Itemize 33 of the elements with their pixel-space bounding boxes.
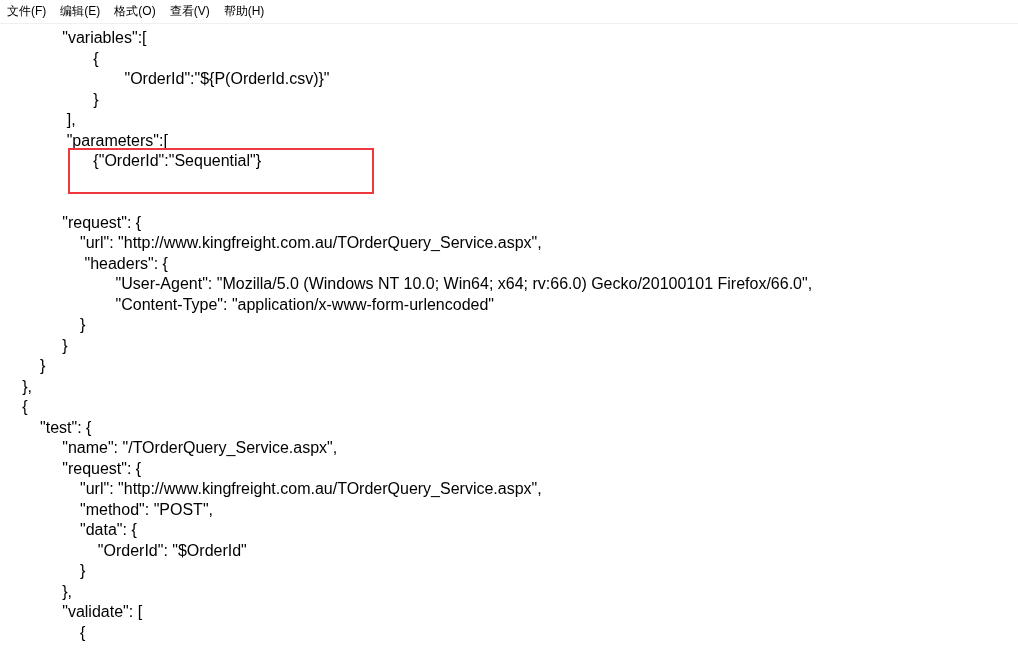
code-line: }, bbox=[21, 376, 33, 397]
code-line: { bbox=[79, 622, 87, 643]
code-line: } bbox=[79, 315, 87, 335]
code-line: "User-Agent": "Mozilla/5.0 (Windows NT 10.0; Win64; x64; rv:66.0) Gecko/20100101 Firefox/66.0", bbox=[114, 274, 814, 294]
code-line: "OrderId": "$OrderId" bbox=[96, 540, 248, 561]
code-line: "test": { bbox=[39, 417, 93, 438]
code-line: "validate": [ bbox=[61, 602, 144, 622]
code-line: "data": { bbox=[79, 520, 138, 540]
code-line: "variables":[ bbox=[61, 28, 148, 48]
code-line: "headers": { bbox=[83, 253, 169, 274]
code-line: } bbox=[92, 89, 100, 110]
code-line: } bbox=[61, 335, 69, 356]
code-line: "request": { bbox=[61, 212, 143, 233]
menu-item[interactable]: 编辑(E) bbox=[60, 1, 101, 22]
code-line: {"OrderId":"Sequential"} bbox=[92, 151, 263, 171]
code-line: "url": "http://www.kingfreight.com.au/TOrderQuery_Service.aspx", bbox=[79, 479, 543, 499]
menu-item[interactable]: 文件(F) bbox=[7, 1, 47, 22]
code-line: } bbox=[39, 356, 47, 376]
code-line: "OrderId":"${P(OrderId.csv)}" bbox=[123, 69, 331, 89]
code-line: { bbox=[92, 48, 100, 69]
code-line: "url": "http://www.kingfreight.com.au/TOrderQuery_Service.aspx", bbox=[79, 233, 543, 253]
menu-item[interactable]: 查看(V) bbox=[169, 1, 210, 22]
menu-item[interactable]: 格式(O) bbox=[114, 1, 156, 22]
code-line: "method": "POST", bbox=[79, 499, 214, 520]
code-line: }, bbox=[61, 581, 74, 602]
code-line: } bbox=[79, 561, 87, 581]
code-line: "request": { bbox=[61, 458, 143, 479]
code-line: { bbox=[21, 397, 29, 417]
menu-item[interactable]: 帮助(H) bbox=[223, 1, 265, 22]
code-line: "parameters":[ bbox=[65, 130, 169, 151]
code-line: "Content-Type": "application/x-www-form-urlencoded" bbox=[114, 294, 495, 315]
code-line: "name": "/TOrderQuery_Service.aspx", bbox=[61, 438, 339, 458]
code-line: ], bbox=[65, 110, 77, 130]
